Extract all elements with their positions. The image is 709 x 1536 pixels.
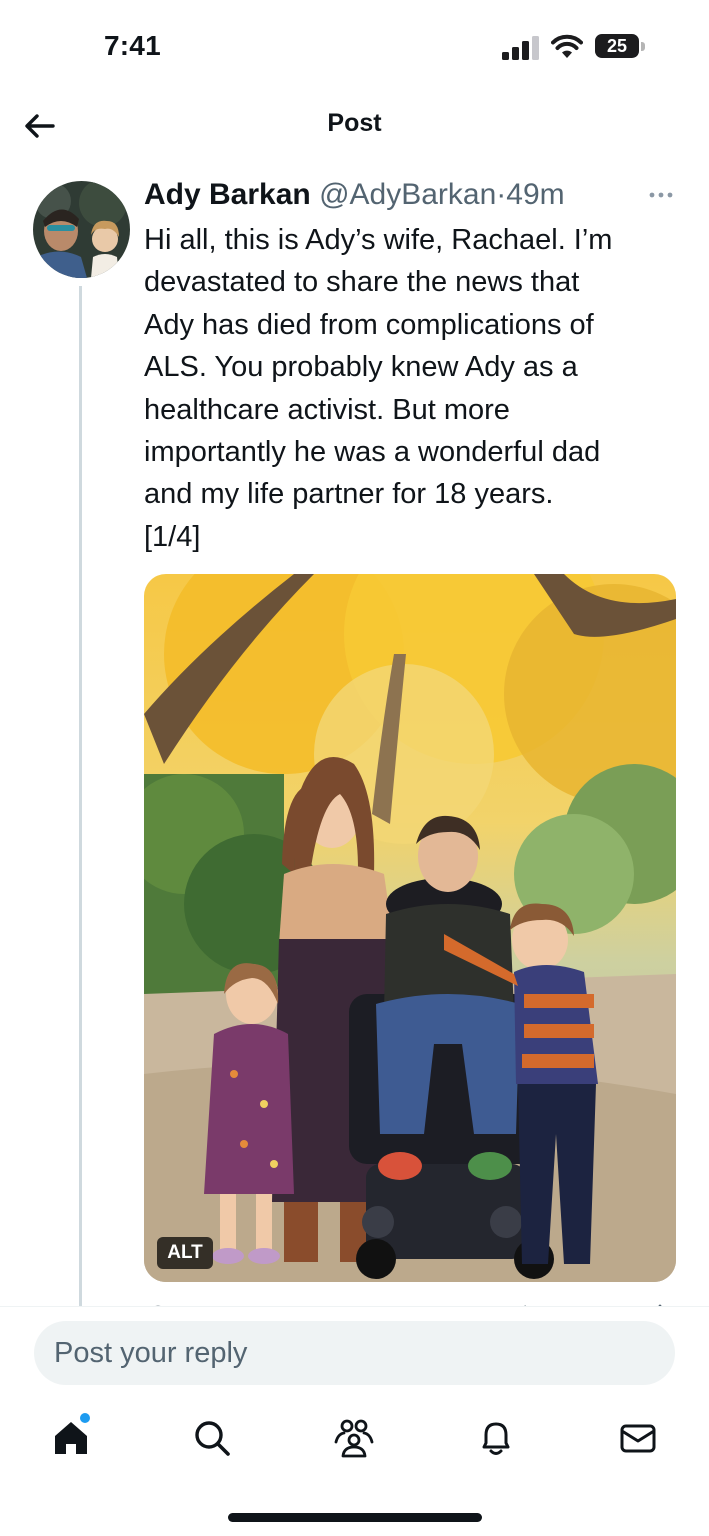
battery-level: 25: [606, 36, 628, 56]
cellular-signal-icon: [502, 36, 539, 60]
page-title: Post: [327, 109, 382, 137]
author-name[interactable]: Ady Barkan: [144, 178, 311, 211]
reply-placeholder: Post your reply: [54, 1337, 248, 1369]
more-options-icon[interactable]: [646, 186, 676, 204]
post-meta: Ady Barkan @AdyBarkan·49m: [144, 174, 565, 216]
reply-input[interactable]: Post your reply: [34, 1321, 675, 1385]
battery-tip: [641, 42, 645, 51]
tab-notifications[interactable]: [474, 1416, 518, 1460]
thread-line: [79, 286, 82, 1306]
tab-messages[interactable]: [616, 1416, 660, 1460]
messages-icon: [620, 1424, 656, 1453]
author-avatar[interactable]: [33, 181, 130, 278]
communities-icon: [334, 1419, 374, 1458]
composer-divider: [0, 1306, 709, 1307]
search-icon: [195, 1421, 230, 1456]
alt-text-badge[interactable]: ALT: [157, 1237, 213, 1269]
wifi-icon: [551, 34, 583, 58]
home-indicator: [228, 1513, 482, 1522]
tab-search[interactable]: [190, 1416, 234, 1460]
post-timestamp[interactable]: 49m: [506, 178, 564, 211]
tab-communities[interactable]: [332, 1416, 376, 1460]
battery-indicator: 25: [595, 34, 647, 60]
status-time: 7:41: [104, 30, 161, 61]
notifications-icon: [482, 1422, 510, 1455]
meta-separator: ·: [496, 178, 507, 211]
new-posts-dot: [80, 1413, 90, 1423]
post-photo[interactable]: [144, 574, 676, 1282]
author-handle[interactable]: @AdyBarkan: [319, 178, 496, 211]
post-text: Hi all, this is Ady’s wife, Rachael. I’m…: [144, 224, 613, 553]
